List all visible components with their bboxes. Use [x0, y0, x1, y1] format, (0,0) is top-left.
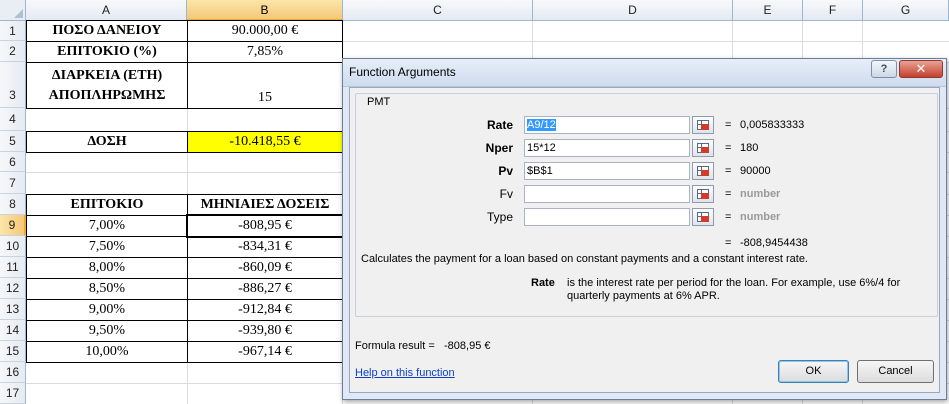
row-header-16[interactable]: 16: [0, 362, 26, 383]
cell-a5-payment-label[interactable]: ΔΟΣΗ: [26, 131, 188, 153]
row-header-4[interactable]: 4: [0, 108, 26, 131]
collapse-dialog-icon[interactable]: [692, 139, 714, 157]
collapse-dialog-icon[interactable]: [692, 208, 714, 226]
pv-result: 90000: [740, 165, 771, 177]
table-payment-cell[interactable]: -834,31 €: [187, 236, 343, 258]
table-rate-cell[interactable]: 7,50%: [26, 236, 188, 258]
row-header-11[interactable]: 11: [0, 257, 26, 278]
cell-a2-interest-label[interactable]: ΕΠΙΤΟΚΙΟ (%): [26, 41, 188, 63]
column-header-d[interactable]: D: [533, 0, 733, 21]
row-header-3[interactable]: 3: [0, 62, 26, 108]
row-header-13[interactable]: 13: [0, 299, 26, 320]
cell-a3-duration-label[interactable]: ΔΙΑΡΚΕΙΑ (ΕΤΗ) ΑΠΟΠΛΗΡΩΜΗΣ: [26, 62, 188, 109]
column-header-f[interactable]: F: [803, 0, 863, 21]
row-header-5[interactable]: 5: [0, 131, 26, 152]
collapse-dialog-icon[interactable]: [692, 162, 714, 180]
close-icon[interactable]: ✕: [899, 60, 943, 78]
rate-input[interactable]: A9/12: [524, 116, 690, 134]
fv-result: number: [740, 188, 781, 200]
table-payment-cell[interactable]: -886,27 €: [187, 278, 343, 300]
row-header-17[interactable]: 17: [0, 383, 26, 404]
equals-sign: =: [725, 237, 732, 249]
row-header-10[interactable]: 10: [0, 236, 26, 257]
row-header-8[interactable]: 8: [0, 194, 26, 215]
formula-result-value: -808,95 €: [444, 340, 491, 352]
arg-label-type: Type: [486, 210, 513, 224]
table-rate-cell[interactable]: 9,50%: [26, 320, 188, 342]
arg-help-text: is the interest rate per period for the …: [567, 277, 901, 302]
active-cell-outline: [186, 214, 344, 238]
arg-label-fv: Fv: [499, 187, 513, 201]
type-input[interactable]: [524, 208, 690, 226]
ok-button[interactable]: OK: [778, 360, 849, 383]
nper-result: 180: [740, 142, 759, 154]
column-header-e[interactable]: E: [733, 0, 803, 21]
equals-sign: =: [725, 188, 732, 200]
dialog-body: PMT Rate A9/12 = 0,005833333 Nper 15*12 …: [349, 87, 940, 393]
table-rate-cell[interactable]: 9,00%: [26, 299, 188, 321]
column-header-b[interactable]: B: [187, 0, 343, 21]
cell-b1-loan-amount[interactable]: 90.000,00 €: [187, 20, 343, 42]
equals-sign: =: [725, 142, 732, 154]
formula-result-label: Formula result =: [355, 340, 435, 352]
function-result: -808,9454438: [740, 237, 808, 249]
cell-a8-rate-header[interactable]: ΕΠΙΤΟΚΙΟ: [26, 194, 188, 216]
function-description: Calculates the payment for a loan based …: [361, 253, 808, 265]
fv-input[interactable]: [524, 185, 690, 203]
cell-b2-interest[interactable]: 7,85%: [187, 41, 343, 63]
type-result: number: [740, 211, 781, 223]
row-header-9[interactable]: 9: [0, 215, 26, 236]
pv-input[interactable]: $B$1: [524, 162, 690, 180]
row-header-1[interactable]: 1: [0, 21, 26, 41]
help-on-function-link[interactable]: Help on this function: [355, 367, 455, 379]
collapse-dialog-icon[interactable]: [692, 185, 714, 203]
column-header-g[interactable]: G: [863, 0, 949, 21]
column-header-c[interactable]: C: [343, 0, 533, 21]
collapse-dialog-icon[interactable]: [692, 116, 714, 134]
rate-input-value: A9/12: [527, 119, 556, 131]
nper-input[interactable]: 15*12: [524, 139, 690, 157]
table-payment-cell[interactable]: -860,09 €: [187, 257, 343, 279]
cell-a1-loan-amount-label[interactable]: ΠΟΣΟ ΔΑΝΕΙΟΥ: [26, 20, 188, 42]
equals-sign: =: [725, 119, 732, 131]
table-rate-cell[interactable]: 8,00%: [26, 257, 188, 279]
row-header-2[interactable]: 2: [0, 41, 26, 62]
select-all-corner[interactable]: [0, 0, 26, 21]
row-header-7[interactable]: 7: [0, 172, 26, 194]
table-payment-cell[interactable]: -939,80 €: [187, 320, 343, 342]
cancel-button[interactable]: Cancel: [857, 360, 934, 383]
table-rate-cell[interactable]: 7,00%: [26, 215, 188, 237]
table-payment-cell[interactable]: -967,14 €: [187, 341, 343, 363]
row-header-12[interactable]: 12: [0, 278, 26, 299]
column-header-a[interactable]: A: [26, 0, 187, 21]
row-header-14[interactable]: 14: [0, 320, 26, 341]
dialog-title: Function Arguments: [349, 65, 456, 79]
cell-b5-payment[interactable]: -10.418,55 €: [187, 131, 343, 153]
help-icon[interactable]: ?: [871, 60, 897, 78]
table-payment-cell[interactable]: -912,84 €: [187, 299, 343, 321]
arg-help-name: Rate: [531, 277, 555, 289]
function-name: PMT: [366, 96, 392, 108]
arg-label-rate: Rate: [486, 118, 513, 132]
row-header-6[interactable]: 6: [0, 152, 26, 172]
table-rate-cell[interactable]: 10,00%: [26, 341, 188, 363]
arguments-group: PMT Rate A9/12 = 0,005833333 Nper 15*12 …: [355, 93, 938, 317]
equals-sign: =: [725, 211, 732, 223]
equals-sign: =: [725, 165, 732, 177]
dialog-titlebar[interactable]: Function Arguments ? ✕: [343, 59, 946, 87]
cell-b3-duration[interactable]: 15: [187, 62, 343, 109]
function-arguments-dialog: Function Arguments ? ✕ PMT Rate A9/12 = …: [342, 58, 947, 400]
arg-label-nper: Nper: [485, 141, 513, 155]
cell-b8-monthly-payments-header[interactable]: ΜΗΝΙΑΙΕΣ ΔΟΣΕΙΣ: [187, 194, 343, 216]
table-rate-cell[interactable]: 8,50%: [26, 278, 188, 300]
arg-label-pv: Pv: [498, 164, 513, 178]
rate-result: 0,005833333: [740, 119, 805, 131]
row-header-15[interactable]: 15: [0, 341, 26, 362]
